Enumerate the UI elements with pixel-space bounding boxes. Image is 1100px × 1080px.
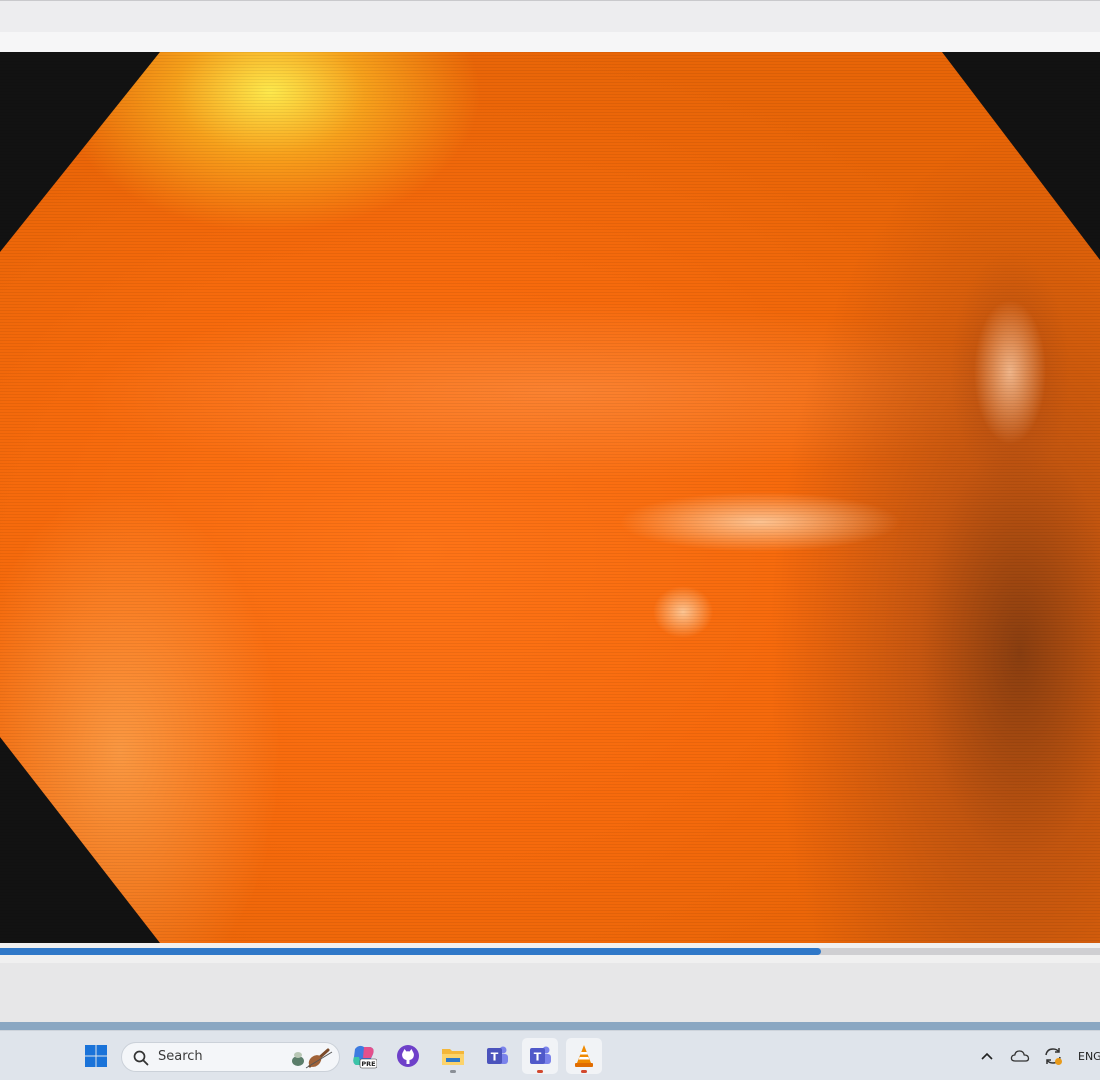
- svg-text:T: T: [534, 1051, 542, 1064]
- desktop-background: [0, 1022, 1100, 1030]
- search-highlight-icon: [292, 1048, 333, 1069]
- svg-text:T: T: [491, 1051, 499, 1064]
- onedrive-button[interactable]: [1004, 1038, 1036, 1074]
- seek-bar[interactable]: [0, 948, 1100, 955]
- chevron-up-icon: [981, 1052, 993, 1060]
- teams-notification-indicator: [537, 1070, 543, 1073]
- start-button[interactable]: [78, 1038, 114, 1074]
- video-display[interactable]: [0, 52, 1100, 943]
- github-icon: [397, 1045, 419, 1067]
- input-language-indicator[interactable]: ENG: [1078, 1050, 1100, 1063]
- windows-start-icon: [85, 1045, 107, 1067]
- vlc-running-indicator: [581, 1070, 587, 1073]
- sync-icon: [1045, 1048, 1062, 1065]
- title-bar[interactable]: [0, 0, 1100, 32]
- media-player-window: [0, 0, 1100, 1022]
- vlc-button[interactable]: [566, 1038, 602, 1074]
- copilot-pre-icon: PRE: [353, 1045, 377, 1069]
- menu-bar: [0, 32, 1100, 52]
- copilot-badge: PRE: [361, 1060, 375, 1068]
- tray-overflow-button[interactable]: [972, 1038, 1002, 1074]
- taskbar-search[interactable]: Search: [121, 1042, 340, 1072]
- file-explorer-icon: [442, 1049, 464, 1065]
- taskbar: Search PRE T T ENG: [0, 1030, 1100, 1080]
- github-button[interactable]: [390, 1038, 426, 1074]
- seek-bar-area[interactable]: [0, 943, 1100, 963]
- cloud-icon: [1010, 1050, 1030, 1062]
- teams-icon: T: [530, 1046, 551, 1064]
- teams-button[interactable]: T: [522, 1038, 558, 1074]
- file-explorer-button[interactable]: [435, 1038, 471, 1074]
- teams-classic-icon: T: [487, 1046, 508, 1064]
- seek-bar-progress: [0, 948, 821, 955]
- copilot-button[interactable]: PRE: [346, 1038, 382, 1074]
- search-placeholder: Search: [158, 1049, 203, 1064]
- sync-button[interactable]: [1037, 1038, 1069, 1074]
- search-icon: [133, 1050, 149, 1066]
- video-frame: [0, 52, 1100, 943]
- file-explorer-running-indicator: [450, 1070, 456, 1073]
- vlc-icon: [575, 1045, 593, 1067]
- teams-classic-button[interactable]: T: [479, 1038, 515, 1074]
- controls-panel: [0, 963, 1100, 1022]
